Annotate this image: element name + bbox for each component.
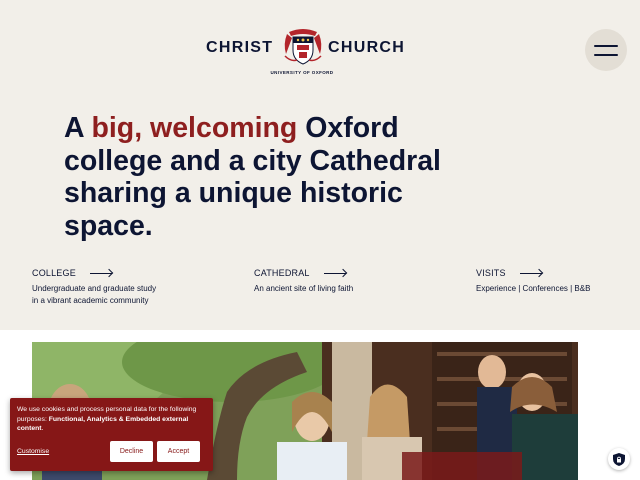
arrow-right-icon	[89, 272, 112, 274]
section-title: CATHEDRAL	[254, 268, 310, 278]
hamburger-menu-icon-bar	[594, 53, 618, 56]
arrow-right-icon	[519, 272, 542, 274]
section-description: An ancient site of living faith	[254, 284, 354, 293]
section-title: COLLEGE	[32, 268, 76, 278]
christ-church-logo[interactable]: CHRIST CHURCH UNIVERSITY OF OXFORD	[206, 24, 406, 76]
section-college-link[interactable]: COLLEGE	[32, 266, 172, 280]
headline-start: A	[64, 112, 92, 144]
section-cathedral[interactable]: CATHEDRAL An ancient site of living fait…	[254, 266, 394, 295]
crest-logo-icon	[284, 29, 322, 65]
logo-word-right: CHURCH	[328, 39, 406, 56]
cookie-message: We use cookies and process personal data…	[17, 405, 207, 434]
section-description: Experience | Conferences | B&B	[476, 284, 591, 293]
section-visits[interactable]: VISITS Experience | Conferences | B&B	[476, 266, 616, 295]
arrow-right-icon	[323, 272, 346, 274]
decline-button[interactable]: Decline	[110, 441, 153, 462]
section-title: VISITS	[476, 268, 506, 278]
privacy-shield-icon	[613, 452, 625, 466]
section-cathedral-link[interactable]: CATHEDRAL	[254, 266, 394, 280]
hero-section: CHRIST CHURCH UNIVERSITY OF OXFORD A big…	[0, 0, 640, 330]
privacy-settings-button[interactable]	[608, 448, 630, 470]
hero-headline: A big, welcoming Oxford college and a ci…	[64, 112, 494, 242]
accept-button[interactable]: Accept	[157, 441, 200, 462]
cookie-text-end: .	[41, 425, 44, 433]
headline-accent: big, welcoming	[91, 112, 298, 144]
section-college[interactable]: COLLEGE Undergraduate and graduate study…	[32, 266, 172, 306]
cookie-banner: We use cookies and process personal data…	[10, 398, 213, 471]
hamburger-menu-icon	[594, 44, 618, 47]
menu-button[interactable]	[585, 29, 627, 71]
logo-word-left: CHRIST	[206, 39, 274, 56]
section-visits-link[interactable]: VISITS	[476, 266, 616, 280]
logo-subtitle: UNIVERSITY OF OXFORD	[270, 70, 334, 75]
section-description: Undergraduate and graduate study in a vi…	[32, 284, 157, 305]
customise-link[interactable]: Customise	[17, 448, 49, 455]
